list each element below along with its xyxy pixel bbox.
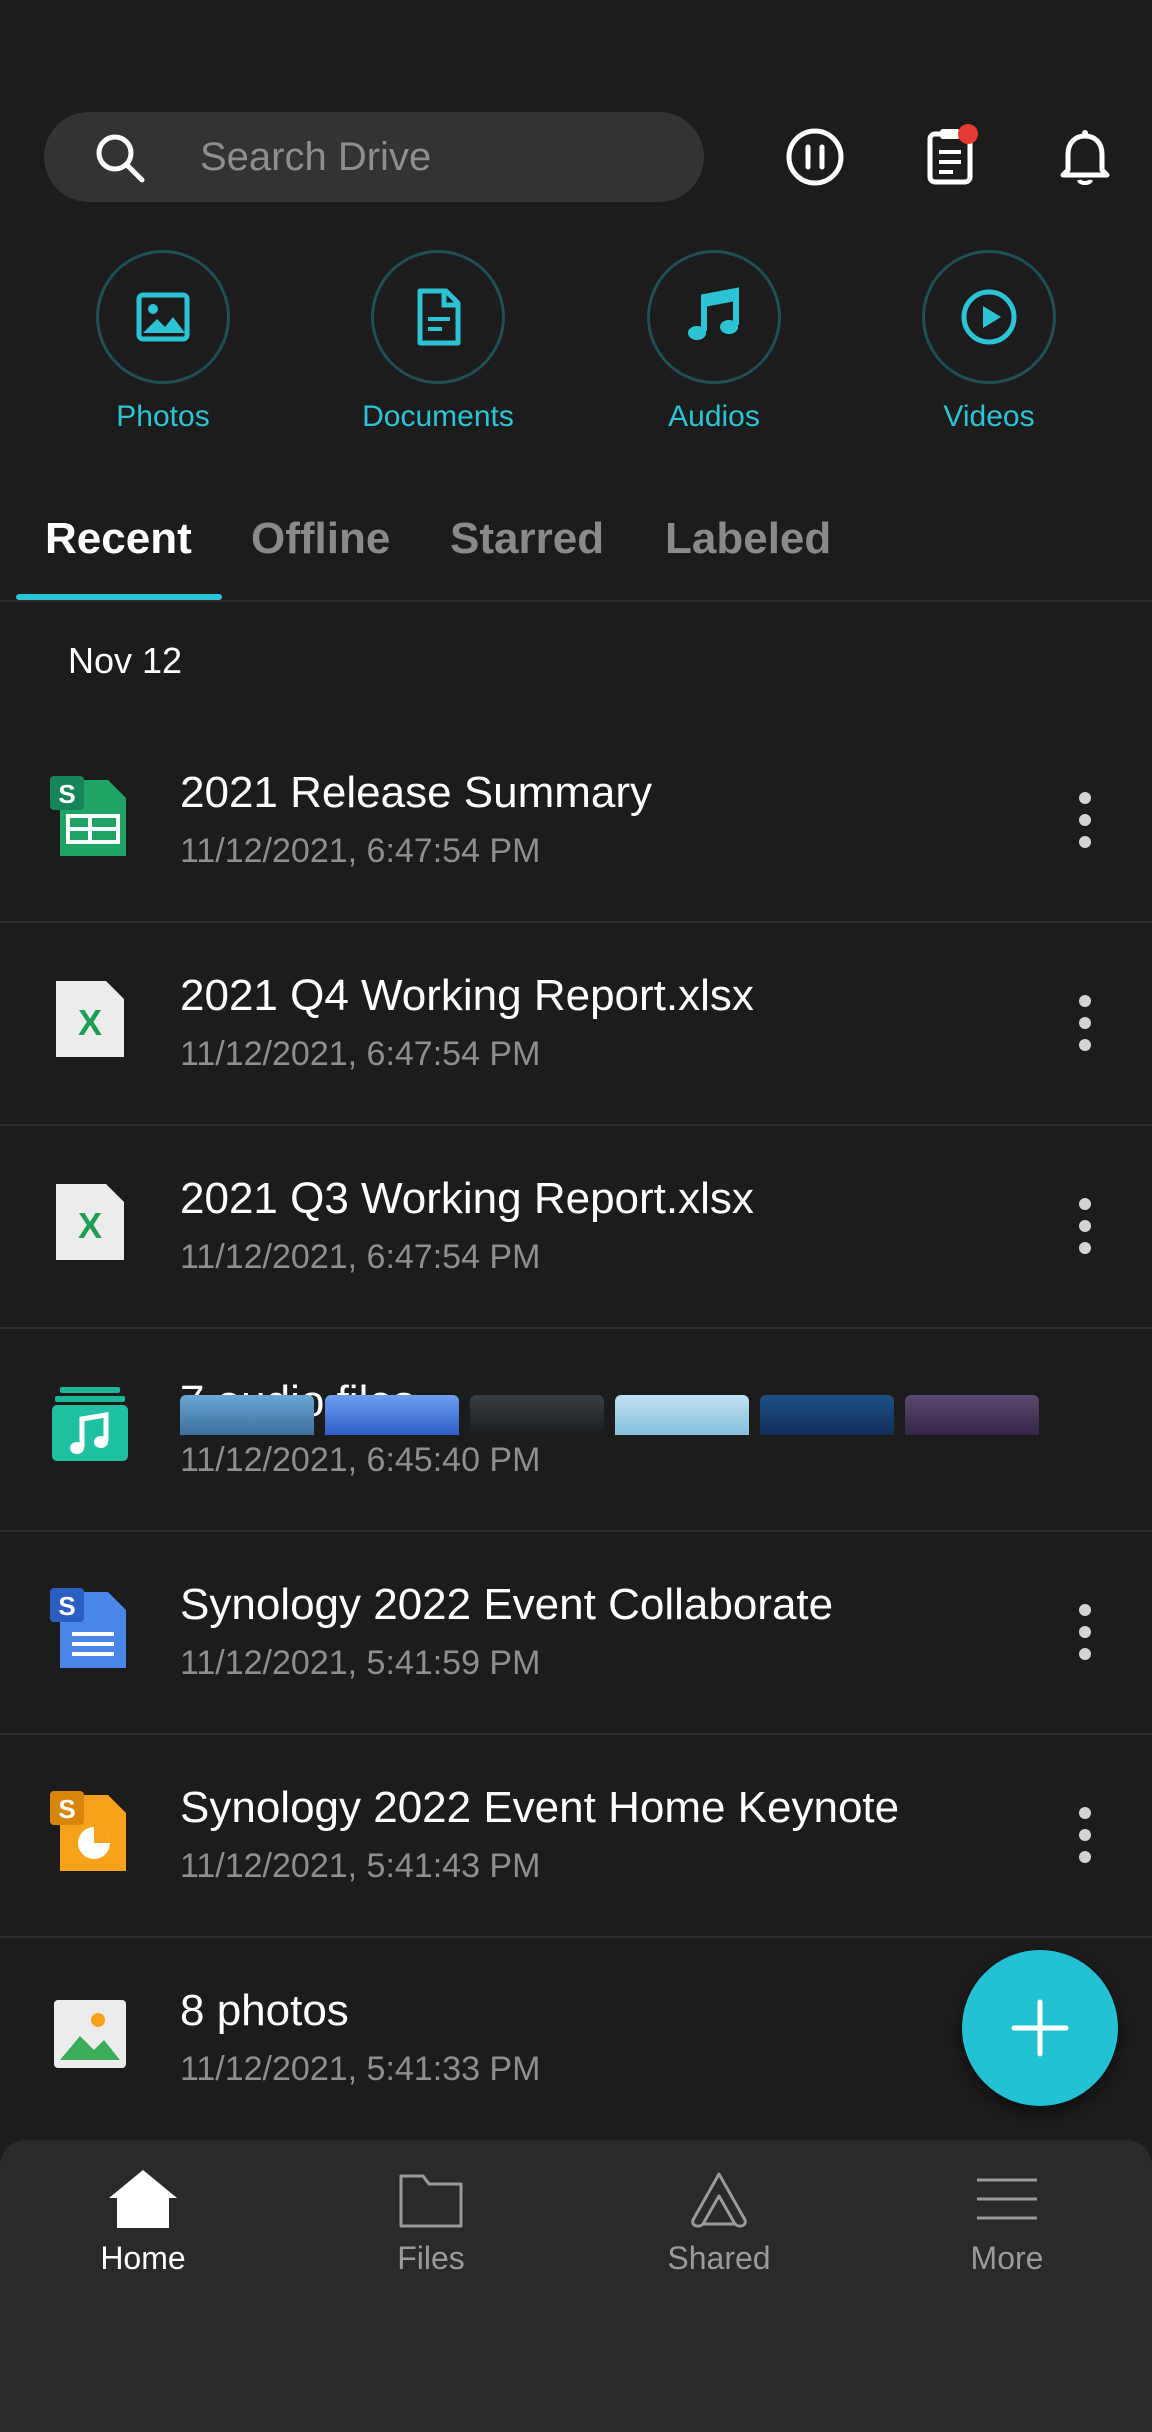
list-item[interactable]: X 2021 Q3 Working Report.xlsx 11/12/2021…	[0, 1126, 1152, 1329]
photo-thumbnail[interactable]	[615, 1395, 749, 1435]
photo-thumbnail[interactable]	[905, 1395, 1039, 1435]
synology-slides-icon: S	[50, 1791, 130, 1871]
list-item[interactable]: X 2021 Q4 Working Report.xlsx 11/12/2021…	[0, 923, 1152, 1126]
excel-icon: X	[50, 1182, 130, 1262]
task-clipboard-icon[interactable]	[918, 124, 984, 190]
more-options-icon[interactable]	[1060, 1192, 1110, 1262]
tab-labeled[interactable]: Labeled	[665, 514, 831, 564]
pause-sync-icon[interactable]	[782, 124, 848, 190]
list-item[interactable]: S Synology 2022 Event Collaborate 11/12/…	[0, 1532, 1152, 1735]
category-label: Videos	[943, 400, 1035, 433]
document-icon	[417, 288, 461, 346]
category-audios[interactable]: Audios	[604, 250, 824, 434]
file-timestamp: 11/12/2021, 5:41:59 PM	[180, 1644, 541, 1682]
top-bar	[0, 112, 1152, 202]
svg-text:S: S	[58, 779, 75, 809]
svg-text:S: S	[58, 1794, 75, 1824]
nav-files[interactable]: Files	[331, 2168, 531, 2277]
svg-text:S: S	[58, 1591, 75, 1621]
more-options-icon[interactable]	[1060, 786, 1110, 856]
active-tab-indicator	[16, 594, 222, 600]
file-timestamp: 11/12/2021, 6:47:54 PM	[180, 1238, 541, 1276]
home-icon	[109, 2170, 177, 2228]
file-timestamp: 11/12/2021, 6:45:40 PM	[180, 1441, 541, 1479]
tab-starred[interactable]: Starred	[450, 514, 604, 564]
category-shortcuts: Photos Documents Audios Videos	[0, 250, 1152, 450]
tab-bar: Recent Offline Starred Labeled	[0, 500, 1152, 602]
photo-thumbnails	[180, 1395, 1040, 1435]
photo-icon	[50, 1994, 130, 2074]
file-title: 2021 Q4 Working Report.xlsx	[180, 971, 754, 1020]
nav-label: Files	[397, 2240, 465, 2276]
more-options-icon[interactable]	[1060, 1801, 1110, 1871]
file-timestamp: 11/12/2021, 5:41:33 PM	[180, 2050, 541, 2088]
nav-label: Home	[100, 2240, 186, 2276]
bell-icon[interactable]	[1052, 124, 1118, 190]
menu-icon	[977, 2178, 1037, 2220]
photo-thumbnail[interactable]	[760, 1395, 894, 1435]
file-timestamp: 11/12/2021, 6:47:54 PM	[180, 1035, 541, 1073]
music-note-icon	[688, 287, 739, 340]
category-videos[interactable]: Videos	[879, 250, 1099, 434]
list-item[interactable]: S 2021 Release Summary 11/12/2021, 6:47:…	[0, 720, 1152, 923]
list-item[interactable]: S Synology 2022 Event Home Keynote 11/12…	[0, 1735, 1152, 1938]
notification-badge	[958, 124, 978, 144]
search-bar[interactable]	[44, 112, 704, 202]
category-label: Photos	[116, 400, 210, 433]
nav-home[interactable]: Home	[43, 2168, 243, 2277]
synology-spreadsheet-icon: S	[50, 776, 130, 856]
plus-icon	[1011, 1999, 1069, 2057]
excel-icon: X	[50, 979, 130, 1059]
file-timestamp: 11/12/2021, 5:41:43 PM	[180, 1847, 541, 1885]
synology-document-icon: S	[50, 1588, 130, 1668]
category-label: Documents	[362, 400, 514, 433]
image-icon	[136, 292, 190, 342]
folder-icon	[399, 2174, 463, 2228]
tab-recent[interactable]: Recent	[45, 514, 192, 564]
file-title: Synology 2022 Event Collaborate	[180, 1580, 834, 1629]
photo-thumbnail[interactable]	[470, 1395, 604, 1435]
file-timestamp: 11/12/2021, 6:47:54 PM	[180, 832, 541, 870]
svg-text:X: X	[78, 1205, 102, 1246]
search-icon	[92, 130, 148, 186]
bottom-navigation: Home Files Shared More	[0, 2140, 1152, 2432]
file-title: Synology 2022 Event Home Keynote	[180, 1783, 900, 1832]
category-documents[interactable]: Documents	[328, 250, 548, 434]
nav-shared[interactable]: Shared	[619, 2168, 819, 2277]
svg-text:X: X	[78, 1002, 102, 1043]
shared-icon	[691, 2172, 747, 2228]
category-photos[interactable]: Photos	[53, 250, 273, 434]
photo-thumbnail[interactable]	[325, 1395, 459, 1435]
file-title: 8 photos	[180, 1986, 349, 2035]
nav-label: Shared	[667, 2240, 771, 2276]
more-options-icon[interactable]	[1060, 1598, 1110, 1668]
search-input[interactable]	[200, 112, 680, 202]
photo-thumbnail[interactable]	[180, 1395, 314, 1435]
play-icon	[961, 289, 1017, 345]
audio-stack-icon	[50, 1385, 130, 1465]
file-title: 2021 Release Summary	[180, 768, 653, 817]
add-button[interactable]	[962, 1950, 1118, 2106]
category-label: Audios	[668, 400, 760, 433]
nav-label: More	[970, 2240, 1044, 2276]
file-title: 2021 Q3 Working Report.xlsx	[180, 1174, 754, 1223]
nav-more[interactable]: More	[907, 2168, 1107, 2277]
more-options-icon[interactable]	[1060, 989, 1110, 1059]
section-date-header: Nov 12	[68, 640, 183, 681]
tab-offline[interactable]: Offline	[251, 514, 390, 564]
